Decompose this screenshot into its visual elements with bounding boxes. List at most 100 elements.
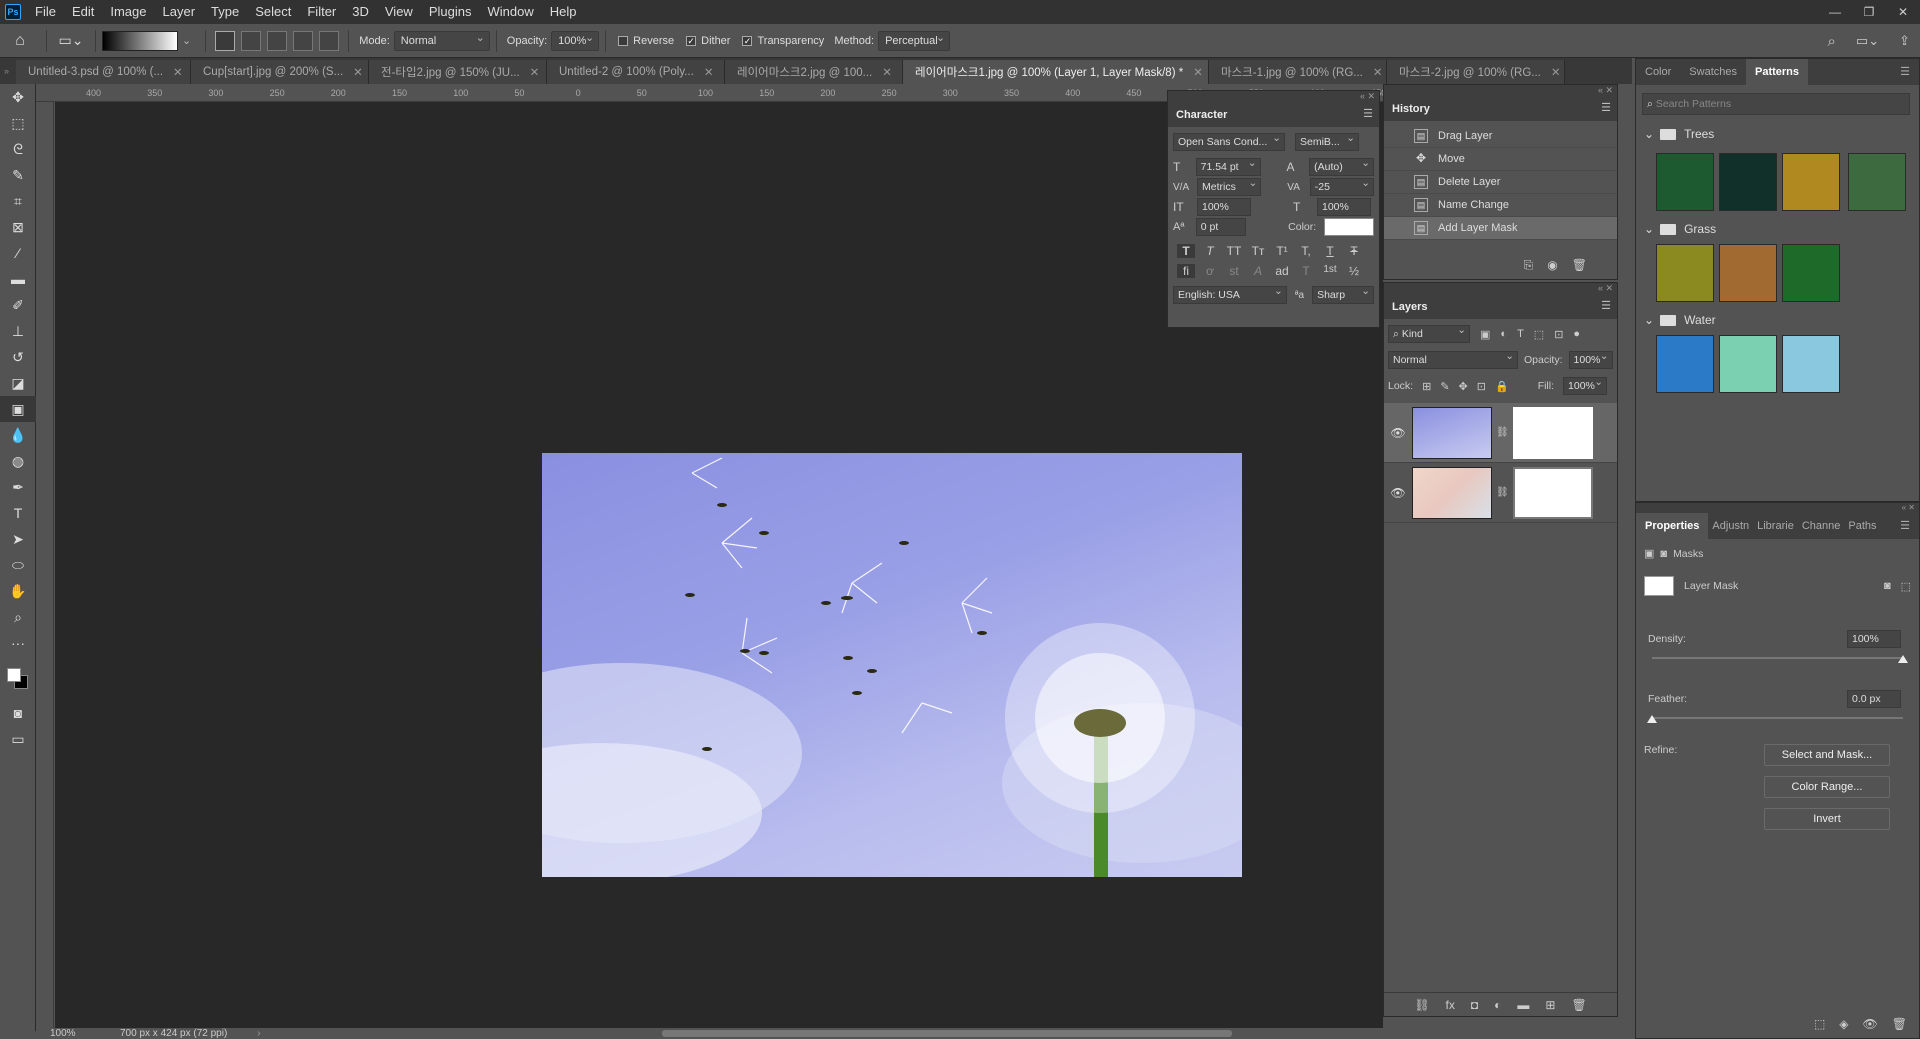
menu-plugins[interactable]: Plugins [421,0,480,24]
restore-icon[interactable]: ❐ [1852,0,1886,24]
search-icon[interactable]: ⌕ [1828,33,1836,50]
vertical-scale-field[interactable]: 100% [1197,198,1251,216]
crop-tool-icon[interactable]: ⌗ [0,188,36,214]
menu-3d[interactable]: 3D [344,0,377,24]
panel-menu-icon[interactable]: ☰ [1891,59,1919,85]
pattern-group-header[interactable]: ⌄ Water [1636,309,1919,331]
eraser-tool-icon[interactable]: ◪ [0,370,36,396]
filter-shape-icon[interactable]: ⬚ [1534,328,1544,341]
blur-tool-icon[interactable]: 💧 [0,422,36,448]
old-style-icon[interactable]: ơ [1201,264,1219,278]
discretionary-ligatures-icon[interactable]: st [1225,264,1243,278]
tab-libraries[interactable]: Librarie [1753,513,1798,539]
marquee-tool-icon[interactable]: ⬚ [0,110,36,136]
pattern-swatch[interactable] [1719,153,1777,211]
transparency-checkbox[interactable]: ✓ Transparency [742,35,824,47]
menu-edit[interactable]: Edit [64,0,102,24]
visibility-eye-icon[interactable]: 👁 [1384,426,1412,440]
tab-document[interactable]: 레이어마스크2.jpg @ 100... ✕ [725,60,903,84]
menu-image[interactable]: Image [102,0,154,24]
zoom-tool-icon[interactable]: ⌕ [0,604,36,630]
new-document-from-state-icon[interactable]: ⎘ [1524,258,1534,273]
pattern-swatch[interactable] [1656,153,1714,211]
tab-document[interactable]: Untitled-3.psd @ 100% (... ✕ [16,60,191,84]
search-patterns-input[interactable]: ⌕ Search Patterns [1642,93,1910,115]
lock-transparent-icon[interactable]: ⊞ [1422,380,1431,393]
gradient-tool-icon[interactable]: ▣ [0,396,36,422]
tab-paths[interactable]: Paths [1844,513,1880,539]
close-tab-icon[interactable]: ✕ [1193,65,1203,79]
apply-mask-icon[interactable]: ◈ [1839,1017,1848,1031]
tab-swatches[interactable]: Swatches [1680,59,1746,85]
new-snapshot-icon[interactable]: ◉ [1547,258,1557,273]
subscript-icon[interactable]: T, [1297,244,1315,258]
history-item[interactable]: ▤ Name Change [1384,194,1617,217]
close-tab-icon[interactable]: ✕ [882,65,892,79]
gradient-dropdown-icon[interactable]: ⌄ [182,34,191,47]
lasso-tool-icon[interactable]: ᘓ [0,136,36,162]
history-item[interactable]: ▤ Delete Layer [1384,171,1617,194]
tab-channels[interactable]: Channe [1798,513,1845,539]
ligatures-icon[interactable]: fi [1177,264,1195,278]
stamp-tool-icon[interactable]: ⊥ [0,318,36,344]
status-arrow-icon[interactable]: › [257,1028,260,1039]
filter-pixel-icon[interactable]: ▣ [1480,328,1490,341]
panel-collapse-icon[interactable]: « ✕ [1384,283,1617,295]
tab-properties[interactable]: Properties [1636,513,1709,539]
menu-view[interactable]: View [377,0,421,24]
link-icon[interactable]: ⛓ [1496,427,1509,438]
home-icon[interactable]: ⌂ [0,28,40,54]
tab-document[interactable]: Cup[start].jpg @ 200% (S... ✕ [191,60,369,84]
zoom-level[interactable]: 100% [50,1028,110,1039]
tab-document[interactable]: 마스크-2.jpg @ 100% (RG... ✕ [1387,60,1565,84]
opacity-field[interactable]: 100% [551,29,600,51]
layer-opacity-field[interactable]: 100% [1568,348,1613,369]
tab-document-active[interactable]: 레이어마스크1.jpg @ 100% (Layer 1, Layer Mask/… [903,60,1209,84]
panel-menu-icon[interactable]: ☰ [1891,513,1919,539]
panel-menu-icon[interactable]: ☰ [1601,101,1611,114]
delete-layer-icon[interactable]: 🗑 [1571,998,1586,1012]
close-tab-icon[interactable]: ✕ [1373,65,1383,79]
filter-smart-object-icon[interactable]: ⊡ [1554,328,1563,341]
method-dropdown[interactable]: Perceptual [878,29,951,51]
baseline-shift-field[interactable]: 0 pt [1195,218,1247,236]
collapse-tabs-icon[interactable]: » [4,66,16,76]
workspace-icon[interactable]: ▭⌄ [1856,33,1879,49]
panel-menu-icon[interactable]: ☰ [1363,107,1373,120]
invert-button[interactable]: Invert [1764,808,1890,830]
path-select-tool-icon[interactable]: ➤ [0,526,36,552]
tab-document[interactable]: 마스크-1.jpg @ 100% (RG... ✕ [1209,60,1387,84]
tracking-field[interactable]: -25 [1309,175,1374,196]
screen-mode-icon[interactable]: ▭ [0,726,36,752]
menu-file[interactable]: File [27,0,64,24]
fractions-icon[interactable]: ½ [1345,264,1363,278]
filter-kind-dropdown[interactable]: ⌕ Kind [1388,322,1470,343]
pattern-swatch[interactable] [1782,244,1840,302]
brush-tool-icon[interactable]: ✐ [0,292,36,318]
font-style-dropdown[interactable]: SemiB... [1295,130,1359,151]
close-tab-icon[interactable]: ✕ [353,65,363,79]
filter-adjustment-icon[interactable]: ◐ [1500,328,1507,340]
fx-icon[interactable]: fx [1446,998,1455,1012]
font-family-dropdown[interactable]: Open Sans Cond... [1173,130,1285,151]
color-swatches[interactable] [0,656,35,700]
density-field[interactable]: 100% [1847,630,1901,648]
type-tool-icon[interactable]: T [0,500,36,526]
vector-mask-icon[interactable]: ◙ [1660,548,1667,560]
document-info[interactable]: 700 px x 424 px (72 ppi) [120,1028,227,1039]
link-icon[interactable]: ⛓ [1496,487,1509,498]
menu-layer[interactable]: Layer [155,0,204,24]
reflected-gradient-icon[interactable] [293,30,314,51]
layer-thumbnail[interactable] [1412,466,1492,519]
tab-patterns[interactable]: Patterns [1746,59,1809,85]
horizontal-scale-field[interactable]: 100% [1317,198,1371,216]
swash-icon[interactable]: A [1249,264,1267,278]
tab-adjustments[interactable]: Adjustn [1708,513,1753,539]
panel-collapse-icon[interactable]: « ✕ [1384,85,1617,97]
frame-tool-icon[interactable]: ⊠ [0,214,36,240]
foreground-color-swatch[interactable] [7,668,21,682]
hand-tool-icon[interactable]: ✋ [0,578,36,604]
layer-row-layer-1[interactable]: 👁 ⛓ [1384,403,1617,463]
stylistic-alternates-icon[interactable]: ad [1273,264,1291,278]
disable-mask-icon[interactable]: 👁 [1863,1017,1878,1031]
